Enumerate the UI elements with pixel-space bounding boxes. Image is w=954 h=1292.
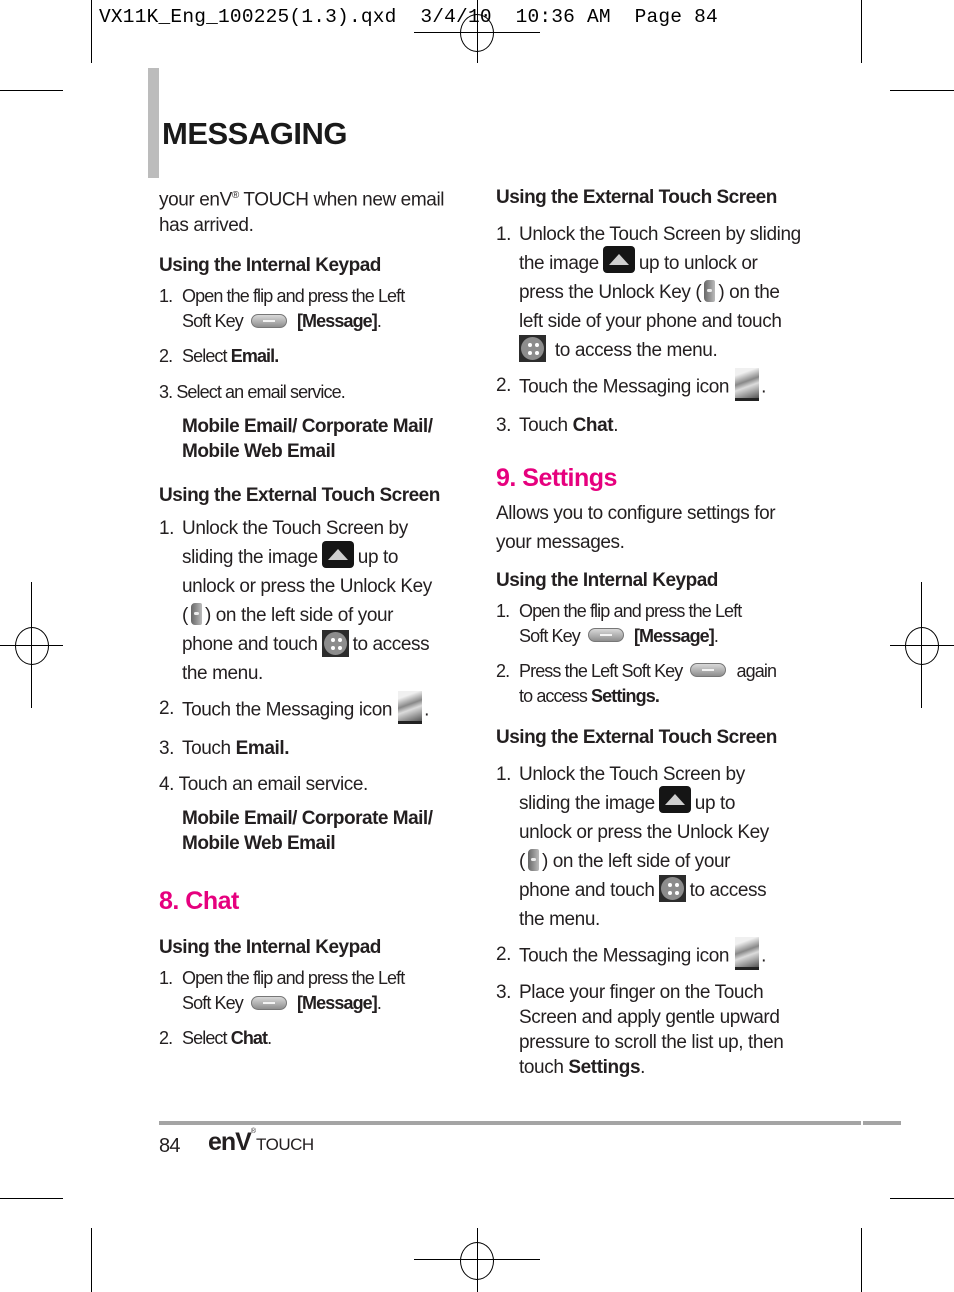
- list-item: 4. Touch an email service.: [159, 774, 368, 796]
- crop-mark: [0, 1198, 63, 1199]
- unlock-slider-icon: [602, 246, 635, 274]
- list-item: 2. Touch the Messaging icon.: [159, 691, 459, 727]
- list-item: 1. Unlock the Touch Screen by sliding th…: [496, 224, 801, 363]
- list-item: 2. Touch the Messaging icon.: [496, 368, 806, 404]
- unlock-key-icon: [704, 279, 716, 302]
- title-accent-bar: [148, 68, 159, 178]
- registration-mark: [15, 627, 49, 665]
- menu-icon: [658, 875, 686, 903]
- brand-logo: enV®TOUCH: [208, 1128, 314, 1156]
- subheading-internal-keypad: Using the Internal Keypad: [496, 570, 718, 591]
- messaging-icon: [735, 368, 760, 401]
- soft-key-icon: [690, 663, 727, 678]
- registration-mark: [460, 14, 494, 52]
- list-item: 2. Press the Left Soft Key again to acce…: [496, 661, 777, 706]
- subheading-external-touch-screen: Using the External Touch Screen: [496, 727, 777, 748]
- subheading-external-touch-screen: Using the External Touch Screen: [496, 187, 777, 208]
- section-heading-chat: 8. Chat: [159, 887, 239, 916]
- email-services: Mobile Email/ Corporate Mail/ Mobile Web…: [182, 808, 433, 855]
- messaging-icon: [735, 937, 760, 970]
- menu-icon: [519, 335, 546, 363]
- footer-rule: [159, 1121, 861, 1125]
- list-item: 3. Select an email service.: [159, 382, 346, 403]
- unlock-key-icon: [527, 848, 539, 871]
- crop-mark: [0, 90, 63, 91]
- messaging-icon: [398, 691, 423, 725]
- list-item: 1. Open the flip and press the Left Soft…: [159, 968, 405, 1014]
- section-heading-settings: 9. Settings: [496, 464, 617, 492]
- intro-text: your enV® TOUCH when new email has arriv…: [159, 189, 445, 237]
- email-services: Mobile Email/ Corporate Mail/ Mobile Web…: [182, 416, 433, 463]
- list-item: 1. Open the flip and press the Left Soft…: [159, 286, 405, 332]
- list-item: 3. Touch Email.: [159, 738, 290, 760]
- subheading-external-touch-screen: Using the External Touch Screen: [159, 485, 440, 507]
- registration-mark: [460, 1242, 494, 1280]
- menu-icon: [321, 629, 349, 657]
- soft-key-icon: [587, 628, 624, 643]
- left-column: your enV® TOUCH when new email has arriv…: [159, 183, 459, 1053]
- crop-mark: [890, 90, 954, 91]
- subheading-internal-keypad: Using the Internal Keypad: [159, 937, 381, 959]
- soft-key-icon: [250, 313, 287, 328]
- subheading-internal-keypad: Using the Internal Keypad: [159, 255, 381, 277]
- soft-key-icon: [250, 995, 287, 1010]
- list-item: 2. Select Email.: [159, 346, 279, 367]
- list-item: 3. Place your finger on the Touch Screen…: [496, 982, 784, 1078]
- page-number: 84: [159, 1135, 180, 1157]
- registration-mark: [905, 627, 939, 665]
- list-item: 3. Touch Chat.: [496, 415, 619, 436]
- footer-rule: [863, 1121, 901, 1125]
- list-item: 1. Open the flip and press the Left Soft…: [496, 601, 742, 646]
- unlock-slider-icon: [658, 786, 691, 814]
- list-item: 1. Unlock the Touch Screen by sliding th…: [496, 764, 769, 930]
- right-column: Using the External Touch Screen 1. Unloc…: [496, 183, 806, 1080]
- list-item: 1. Unlock the Touch Screen by sliding th…: [159, 518, 432, 685]
- crop-mark: [861, 0, 862, 63]
- crop-mark: [91, 1228, 92, 1292]
- unlock-slider-icon: [321, 540, 354, 568]
- crop-mark: [861, 1228, 862, 1292]
- list-item: 2. Touch the Messaging icon.: [496, 937, 806, 973]
- list-item: 2. Select Chat.: [159, 1028, 272, 1049]
- page-title: MESSAGING: [162, 116, 347, 151]
- unlock-key-icon: [190, 603, 202, 626]
- print-slug: VX11K_Eng_100225(1.3).qxd 3/4/10 10:36 A…: [99, 6, 718, 28]
- crop-mark: [91, 0, 92, 63]
- crop-mark: [890, 1198, 954, 1199]
- settings-description: Allows you to configure settings for you…: [496, 503, 776, 553]
